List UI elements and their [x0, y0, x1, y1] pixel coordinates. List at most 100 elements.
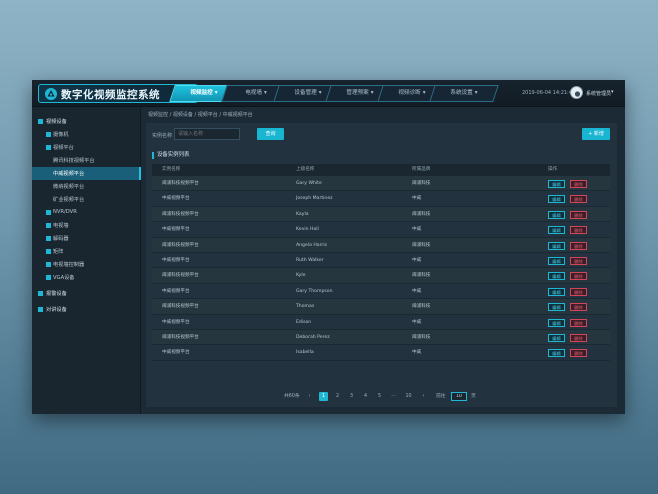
sidebar-item-13[interactable]: 报警设备	[32, 287, 141, 300]
delete-button[interactable]: 删除	[570, 303, 587, 312]
cell-name: 闽浦科技视频平台	[162, 334, 199, 340]
cell-brand: 中威	[412, 319, 422, 325]
table-row: 闽浦科技视频平台 Kayla 闽浦科技 编辑 删除	[152, 206, 610, 223]
sidebar-item-9[interactable]: 解码器	[32, 232, 141, 245]
cell-parent: Thomas	[296, 304, 315, 310]
page-ellipsis[interactable]: ···	[389, 392, 398, 401]
edit-button[interactable]: 编辑	[548, 226, 565, 235]
square-bullet-icon	[38, 291, 43, 296]
section-title: 设备实例列表	[152, 152, 189, 159]
table-row: 中威视频平台 Isabella 中威 编辑 删除	[152, 345, 610, 361]
cell-parent: Gary Thompson	[296, 288, 333, 294]
delete-button[interactable]: 删除	[570, 226, 587, 235]
sidebar-item-12[interactable]: VGA设备	[32, 271, 141, 284]
delete-button[interactable]: 删除	[570, 180, 587, 188]
app-window: 数字化视频监控系统 视频监控 ▾ 电视墙 ▾ 设备管理 ▾ 管理预案 ▾ 视频诊断 ▾ 系统设置 ▾ …	[32, 80, 625, 414]
nav-tab-5[interactable]: 系统设置 ▾	[429, 85, 499, 102]
page-number-button[interactable]: 5	[375, 392, 384, 401]
cell-brand: 中威	[412, 196, 422, 202]
delete-button[interactable]: 删除	[570, 195, 587, 204]
edit-button[interactable]: 编辑	[548, 195, 565, 204]
table-row: 闽浦科技视频平台 Thomas 闽浦科技 编辑 删除	[152, 299, 610, 315]
delete-button[interactable]: 删除	[570, 256, 587, 265]
main-content: 视频监控 / 视频设备 / 视频平台 / 中威视频平台 实例名称 查询 + 新增…	[142, 107, 625, 414]
sidebar-item-2[interactable]: 视频平台	[32, 141, 141, 154]
sidebar-item-14[interactable]: 对讲设备	[32, 303, 141, 316]
edit-button[interactable]: 编辑	[548, 318, 565, 327]
table-body: 闽浦科技视频平台 Gary White 闽浦科技 编辑 删除 中威视频平台 Joseph M…	[152, 176, 610, 361]
device-table: 实例名称 上级名称 所属品牌 操作 闽浦科技视频平台 Gary White 闽浦科技…	[152, 164, 610, 361]
cell-name: 中威视频平台	[162, 227, 190, 233]
edit-button[interactable]: 编辑	[548, 333, 565, 342]
sidebar-item-4[interactable]: 中威视频平台	[32, 167, 141, 180]
edit-button[interactable]: 编辑	[548, 256, 565, 265]
sidebar-item-6[interactable]: 矿业视频平台	[32, 193, 141, 206]
sidebar-item-10[interactable]: 矩阵	[32, 245, 141, 258]
sidebar-item-7[interactable]: NVR/DVR	[32, 206, 141, 219]
cell-parent: Gary White	[296, 181, 322, 186]
cell-brand: 闽浦科技	[412, 273, 431, 279]
delete-button[interactable]: 删除	[570, 318, 587, 327]
sidebar-item-3[interactable]: 腾讯科技视频平台	[32, 154, 141, 167]
cell-parent: Angela Harris	[296, 242, 327, 248]
nav-tab-text: 视频监控	[190, 90, 213, 96]
cell-brand: 闽浦科技	[412, 211, 431, 217]
sidebar-item-label: 中威视频平台	[53, 171, 85, 177]
page-number-button[interactable]: 10	[404, 392, 413, 401]
sidebar-item-0[interactable]: 视频设备	[32, 115, 141, 128]
filter-label: 实例名称	[152, 133, 173, 139]
delete-button[interactable]: 删除	[570, 287, 587, 296]
page-number-button[interactable]: 3	[347, 392, 356, 401]
datetime: 2019-06-04 14:21:40	[522, 90, 576, 96]
sidebar-item-8[interactable]: 电视墙	[32, 219, 141, 232]
add-button[interactable]: + 新增	[582, 128, 610, 140]
square-bullet-icon	[38, 119, 43, 124]
sidebar-item-label: 报警设备	[46, 291, 67, 297]
delete-button[interactable]: 删除	[570, 272, 587, 281]
sidebar-item-5[interactable]: 微纳视频平台	[32, 180, 141, 193]
edit-button[interactable]: 编辑	[548, 180, 565, 188]
page-number-button[interactable]: 1	[319, 392, 328, 401]
edit-button[interactable]: 编辑	[548, 287, 565, 296]
nav-tab-text: 设备管理	[294, 90, 317, 96]
cell-name: 中威视频平台	[162, 196, 190, 202]
prev-page-button[interactable]: ‹	[305, 392, 314, 401]
sidebar-item-11[interactable]: 电视墙控制器	[32, 258, 141, 271]
page-number-button[interactable]: 2	[333, 392, 342, 401]
delete-button[interactable]: 删除	[570, 349, 587, 358]
table-row: 中威视频平台 Kevin Hall 中威 编辑 删除	[152, 222, 610, 238]
chevron-down-icon[interactable]: ▾	[611, 89, 614, 95]
page-number-button[interactable]: 4	[361, 392, 370, 401]
edit-button[interactable]: 编辑	[548, 349, 565, 358]
edit-button[interactable]: 编辑	[548, 303, 565, 312]
cell-parent: Ruth Walker	[296, 257, 324, 263]
user-name[interactable]: 系统管理员	[586, 90, 611, 97]
nav-tab-text: 电视墙	[245, 90, 262, 96]
chevron-down-icon: ▾	[422, 90, 426, 96]
goto-page-input[interactable]	[451, 392, 467, 401]
chevron-down-icon: ▾	[214, 90, 218, 96]
table-row: 闽浦科技视频平台 Deborah Perez 闽浦科技 编辑 删除	[152, 329, 610, 346]
delete-button[interactable]: 删除	[570, 210, 587, 219]
cell-parent: Kevin Hall	[296, 227, 319, 233]
column-header-name: 实例名称	[162, 167, 181, 172]
delete-button[interactable]: 删除	[570, 333, 587, 342]
cell-parent: Isabella	[296, 350, 314, 356]
chevron-down-icon: ▾	[370, 90, 374, 96]
cell-name: 闽浦科技视频平台	[162, 273, 199, 279]
next-page-button[interactable]: ›	[419, 392, 428, 401]
chevron-down-icon: ▾	[263, 90, 267, 96]
edit-button[interactable]: 编辑	[548, 272, 565, 281]
app-title: 数字化视频监控系统	[61, 89, 160, 101]
edit-button[interactable]: 编辑	[548, 210, 565, 219]
delete-button[interactable]: 删除	[570, 241, 587, 250]
chevron-down-icon: ▾	[474, 90, 478, 96]
name-search-input[interactable]	[174, 128, 240, 140]
edit-button[interactable]: 编辑	[548, 241, 565, 250]
table-row: 闽浦科技视频平台 Gary White 闽浦科技 编辑 删除	[152, 176, 610, 192]
avatar[interactable]	[570, 86, 583, 99]
query-button[interactable]: 查询	[257, 128, 284, 140]
page-unit-label: 页	[471, 394, 476, 399]
sidebar-item-1[interactable]: 摄像机	[32, 128, 141, 141]
square-bullet-icon	[38, 307, 43, 312]
